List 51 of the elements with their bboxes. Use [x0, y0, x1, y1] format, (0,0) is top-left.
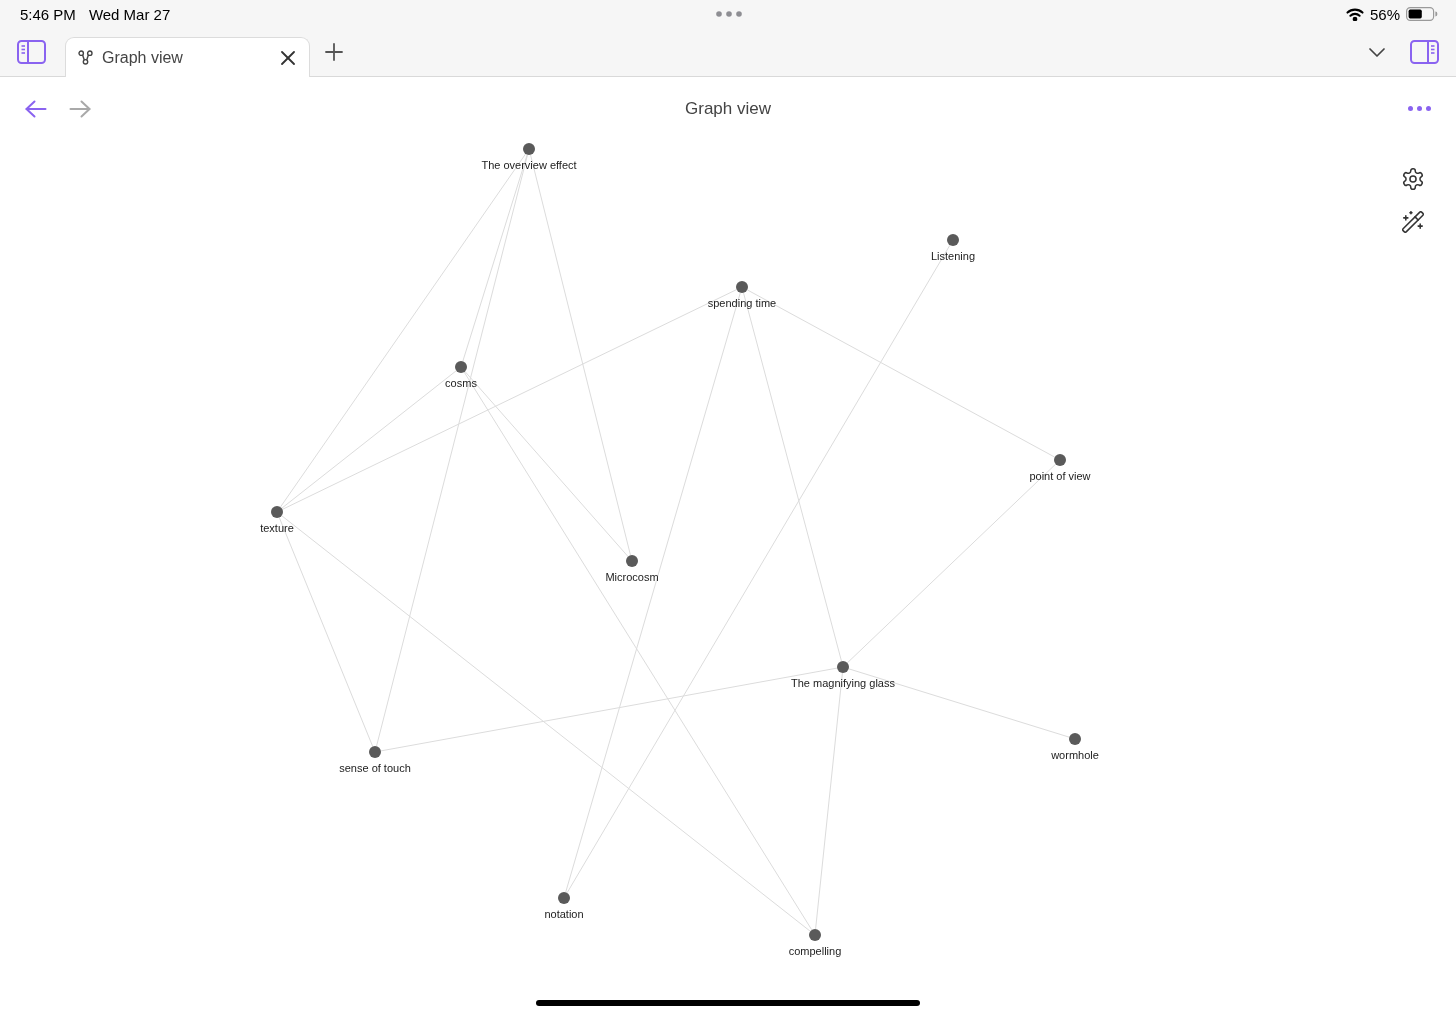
back-button[interactable] — [25, 97, 47, 120]
chevron-down-icon — [1369, 47, 1385, 57]
more-icon — [1407, 106, 1431, 111]
node-dot-icon[interactable] — [558, 892, 570, 904]
node-dot-icon[interactable] — [523, 143, 535, 155]
arrow-right-icon — [69, 99, 91, 118]
node-dot-icon[interactable] — [809, 929, 821, 941]
node-dot-icon[interactable] — [1054, 454, 1066, 466]
node-label: Listening — [930, 250, 975, 263]
node-dot-icon[interactable] — [1069, 733, 1081, 745]
animate-button[interactable] — [1401, 210, 1425, 234]
arrow-left-icon — [25, 99, 47, 118]
node-label: spending time — [707, 297, 777, 310]
sidebar-toggle-icon — [1410, 40, 1439, 64]
node-label: wormhole — [1051, 749, 1099, 762]
node-label: The overview effect — [481, 159, 577, 172]
sidebar-toggle-icon — [17, 40, 46, 64]
node-label: compelling — [788, 945, 842, 958]
settings-icon — [1402, 168, 1424, 190]
node-dot-icon[interactable] — [947, 234, 959, 246]
node-label: sense of touch — [339, 762, 411, 775]
close-tab-button[interactable] — [280, 49, 296, 66]
new-tab-button[interactable] — [324, 42, 344, 62]
status-time: 5:46 PM — [20, 5, 76, 23]
status-date: Wed Mar 27 — [88, 5, 171, 23]
close-icon — [281, 50, 295, 65]
multitasking-dots-icon[interactable] — [716, 11, 742, 17]
plus-icon — [325, 43, 343, 61]
battery-percentage: 56% — [1369, 5, 1400, 23]
node-dot-icon[interactable] — [837, 661, 849, 673]
node-label: cosms — [445, 377, 477, 390]
node-label: point of view — [1029, 470, 1091, 483]
node-dot-icon[interactable] — [455, 361, 467, 373]
left-sidebar-button[interactable] — [17, 40, 46, 64]
right-sidebar-button[interactable] — [1410, 40, 1439, 64]
magic-wand-icon — [1402, 211, 1424, 233]
node-label: texture — [260, 522, 294, 535]
wifi-icon — [1345, 7, 1364, 21]
node-label: The magnifying glass — [791, 677, 895, 690]
view-title: Graph view — [685, 98, 771, 119]
node-label: notation — [544, 908, 584, 921]
node-dot-icon[interactable] — [626, 555, 638, 567]
node-dot-icon[interactable] — [369, 746, 381, 758]
graph-settings-button[interactable] — [1401, 167, 1425, 191]
node-dot-icon[interactable] — [271, 506, 283, 518]
tab[interactable]: Graph view — [65, 37, 310, 77]
battery-icon — [1406, 7, 1438, 21]
graph-icon — [78, 50, 93, 65]
node-label: Microcosm — [605, 571, 659, 584]
tab-list-button[interactable] — [1368, 45, 1386, 59]
node-dot-icon[interactable] — [736, 281, 748, 293]
